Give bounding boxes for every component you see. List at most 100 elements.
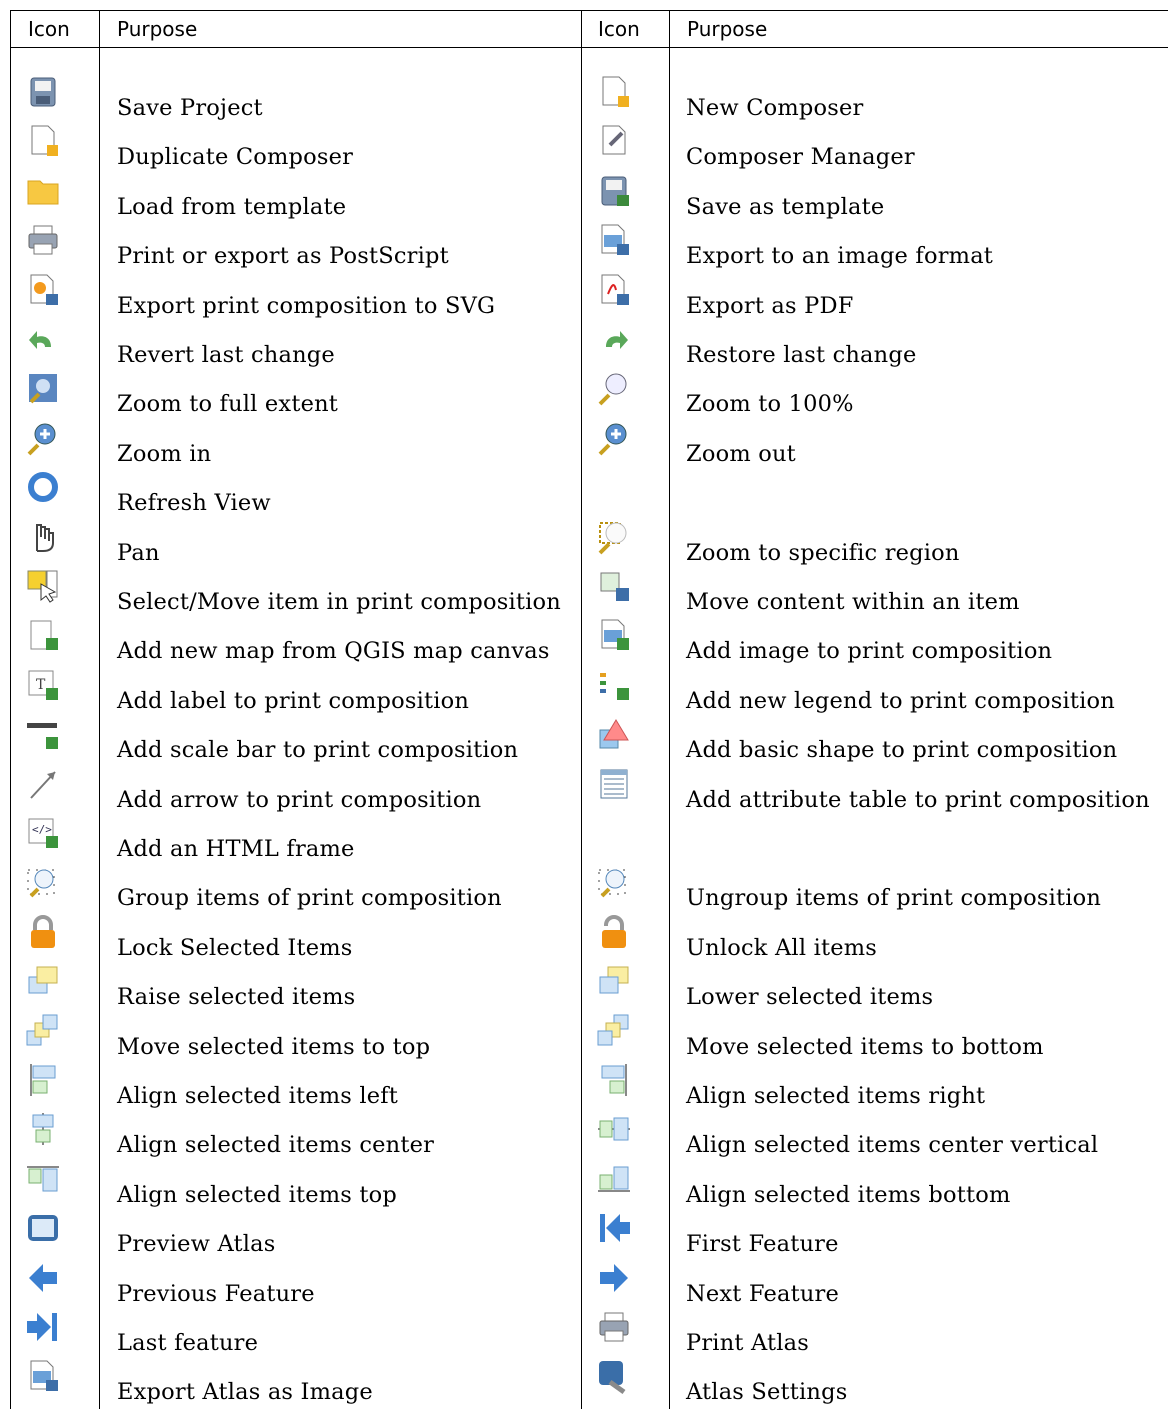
pan-hand-icon	[23, 517, 63, 557]
purpose-label: Move content within an item	[686, 589, 1020, 615]
table-row: Print or export as PostScript Export to a…	[10, 218, 1168, 269]
table-row: Pan Zoom to specific region	[10, 515, 1168, 566]
zoom-actual-icon	[594, 368, 634, 408]
purpose-label: Align selected items center	[117, 1132, 435, 1159]
purpose-label: Add arrow to print composition	[117, 786, 482, 813]
add-scalebar-icon	[23, 714, 63, 754]
align-bottom-icon	[594, 1159, 634, 1199]
header-purpose-1: Purpose	[117, 17, 198, 41]
table-row: Preview Atlas First Feature	[10, 1206, 1168, 1258]
last-feature-icon	[23, 1307, 63, 1347]
purpose-label: First Feature	[686, 1231, 839, 1258]
purpose-label: Align selected items center vertical	[686, 1132, 1099, 1159]
purpose-label: Save as template	[686, 193, 885, 220]
purpose-label: Select/Move item in print composition	[117, 589, 561, 615]
table-row: Raise selected items Lower selected items	[10, 959, 1168, 1011]
purpose-label: New Composer	[686, 95, 864, 121]
save-project-icon	[23, 72, 63, 112]
purpose-label: Unlock All items	[686, 934, 878, 961]
attribute-table-icon	[594, 764, 634, 804]
unlock-icon	[594, 912, 634, 952]
print-atlas-icon	[594, 1307, 634, 1347]
header-icon-2: Icon	[598, 17, 640, 41]
purpose-label: Restore last change	[686, 342, 917, 368]
icon-table: Icon Purpose Icon Purpose	[10, 10, 1168, 48]
purpose-label: Export print composition to SVG	[117, 292, 496, 319]
add-map-icon	[23, 615, 63, 655]
purpose-label: Align selected items top	[117, 1181, 397, 1208]
table-row: Lock Selected Items Unlock All items	[10, 910, 1168, 961]
table-row: Previous Feature Next Feature	[10, 1256, 1168, 1307]
table-row: Duplicate Composer Composer Manager	[10, 119, 1168, 171]
printer-icon	[23, 220, 63, 260]
lock-icon	[23, 912, 63, 952]
purpose-label: Atlas Settings	[686, 1379, 848, 1406]
table-row: Add new map from QGIS map canvas Add imag…	[10, 613, 1168, 665]
header-icon-1: Icon	[28, 17, 70, 41]
svg-text:T: T	[36, 677, 46, 693]
zoom-full-extent-icon	[23, 368, 63, 408]
table-row: Align selected items top Align selected i…	[10, 1157, 1168, 1208]
table-row: Zoom in Zoom out	[10, 416, 1168, 467]
table-row: Add scale bar to print composition Add ba…	[10, 712, 1168, 764]
purpose-label: Load from template	[117, 193, 347, 220]
add-shape-icon	[594, 714, 634, 754]
purpose-label: Ungroup items of print composition	[686, 885, 1102, 912]
purpose-label: Last feature	[117, 1330, 259, 1356]
export-atlas-image-icon	[23, 1356, 63, 1396]
table-row: </> Add an HTML frame	[10, 811, 1168, 862]
purpose-label: Move selected items to bottom	[686, 1033, 1044, 1060]
table-row: Save Project New Composer	[10, 70, 1168, 121]
purpose-label: Preview Atlas	[117, 1231, 276, 1258]
duplicate-composer-icon	[23, 121, 63, 161]
purpose-label: Print Atlas	[686, 1330, 810, 1356]
purpose-label: Add image to print composition	[686, 638, 1053, 665]
next-feature-icon	[594, 1258, 634, 1298]
purpose-label: Group items of print composition	[117, 885, 502, 912]
purpose-label: Export as PDF	[686, 292, 854, 319]
undo-icon	[23, 319, 63, 359]
purpose-label: Add an HTML frame	[117, 836, 355, 862]
purpose-label: Zoom out	[686, 440, 796, 467]
purpose-label: Lower selected items	[686, 984, 934, 1011]
add-legend-icon	[594, 665, 634, 705]
export-image-icon	[594, 220, 634, 260]
purpose-label: Add new map from QGIS map canvas	[117, 638, 550, 665]
table-row: Align selected items left Align selected …	[10, 1058, 1168, 1109]
purpose-label: Refresh View	[117, 490, 271, 517]
purpose-label: Add new legend to print composition	[686, 687, 1115, 714]
export-svg-icon	[23, 270, 63, 310]
align-hcenter-icon	[23, 1109, 63, 1149]
purpose-label: Lock Selected Items	[117, 934, 353, 961]
table-row: T Add label to print composition Add new l…	[10, 663, 1168, 714]
purpose-label: Export Atlas as Image	[117, 1379, 373, 1406]
group-items-icon	[23, 862, 63, 902]
composer-manager-icon	[594, 121, 634, 161]
table-row: Load from template Save as template	[10, 169, 1168, 220]
table-row: Align selected items center Align selecte…	[10, 1107, 1168, 1159]
purpose-label: Add scale bar to print composition	[117, 737, 519, 764]
select-move-icon	[23, 566, 63, 606]
folder-icon	[23, 171, 63, 211]
raise-icon	[23, 961, 63, 1001]
zoom-out-icon	[594, 418, 634, 458]
table-header: Icon Purpose Icon Purpose	[10, 11, 1168, 48]
purpose-label: Align selected items right	[686, 1083, 986, 1109]
new-composer-icon	[594, 72, 634, 112]
previous-feature-icon	[23, 1258, 63, 1298]
zoom-region-icon	[594, 517, 634, 557]
save-template-icon	[594, 171, 634, 211]
table-row: Zoom to full extent Zoom to 100%	[10, 366, 1168, 417]
table-row: Group items of print composition Ungroup …	[10, 860, 1168, 912]
atlas-preview-icon	[23, 1208, 63, 1248]
header-purpose-2: Purpose	[687, 17, 768, 41]
table-row: Add arrow to print composition Add attrib…	[10, 762, 1168, 813]
purpose-label: Move selected items to top	[117, 1033, 431, 1060]
purpose-label: Composer Manager	[686, 144, 915, 171]
purpose-label: Zoom in	[117, 440, 212, 467]
export-pdf-icon	[594, 270, 634, 310]
refresh-icon	[23, 467, 63, 507]
purpose-label: Save Project	[117, 95, 263, 121]
purpose-label: Duplicate Composer	[117, 144, 354, 171]
purpose-label: Previous Feature	[117, 1280, 315, 1307]
